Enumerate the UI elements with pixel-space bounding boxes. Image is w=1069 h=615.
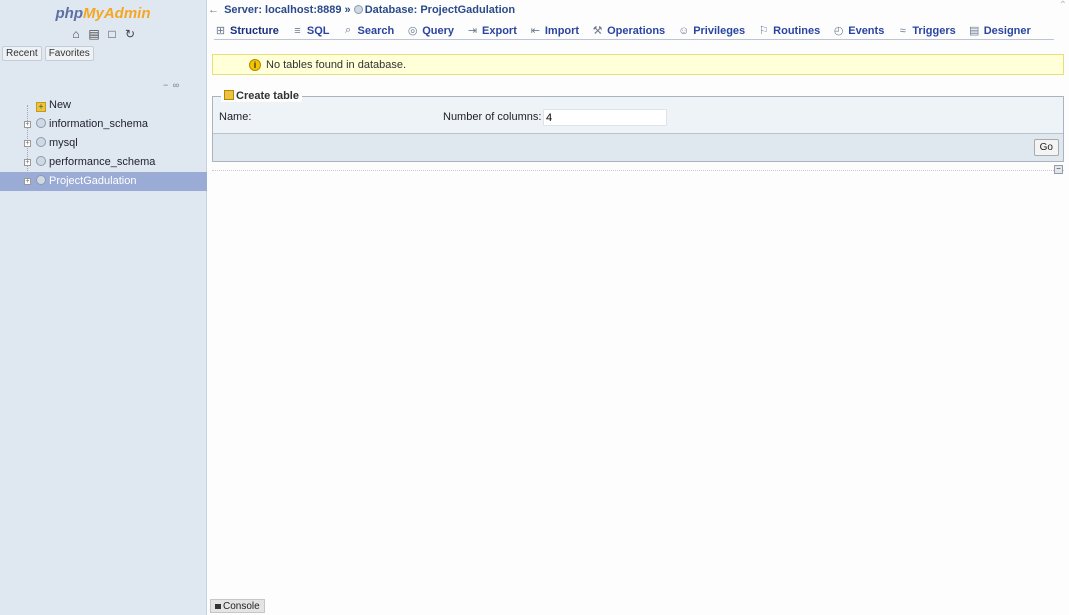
info-icon: i [249, 58, 261, 71]
create-table-footer: Go [213, 133, 1063, 161]
table-name-input[interactable] [255, 109, 435, 125]
create-table-title: Create table [236, 90, 299, 102]
tab-designer[interactable]: ▤ Designer [968, 24, 1031, 38]
no-tables-notice: i No tables found in database. [212, 54, 1064, 75]
events-icon: ◴ [833, 25, 844, 37]
tab-triggers[interactable]: ≈ Triggers [896, 24, 956, 37]
tree-item-projectgadulation[interactable]: + ProjectGadulation [0, 172, 207, 191]
tab-label: Import [544, 24, 580, 37]
tree-item-new[interactable]: + New [0, 96, 207, 115]
search-icon: ⌕ [344, 24, 352, 36]
logo-text-myadmin: MyAdmin [83, 5, 151, 22]
tree-item-label: New [49, 99, 72, 111]
main-content: ← Server: localhost:8889 » Database: Pro… [208, 0, 1069, 615]
number-of-columns-input[interactable] [543, 109, 667, 126]
tab-label: Triggers [912, 24, 956, 37]
tab-sql[interactable]: ≡ SQL [291, 24, 330, 37]
operations-icon: ⚒ [592, 25, 603, 37]
database-icon [36, 156, 46, 166]
routines-icon: ⚐ [758, 25, 769, 37]
phpmyadmin-logo[interactable]: phpMyAdmin [0, 0, 206, 22]
breadcrumb-server[interactable]: Server: localhost:8889 [224, 4, 341, 16]
designer-icon: ▤ [969, 25, 980, 37]
tab-events[interactable]: ◴ Events [832, 24, 885, 38]
tab-import[interactable]: ⇤ Import [529, 24, 580, 38]
database-icon [36, 137, 46, 147]
tree-item-label: mysql [49, 137, 78, 149]
section-divider [212, 170, 1064, 171]
console-label: Console [223, 600, 260, 612]
tree-item-label: information_schema [49, 118, 149, 130]
notice-text: No tables found in database. [266, 58, 407, 71]
tab-routines[interactable]: ⚐ Routines [757, 24, 821, 38]
expand-icon[interactable]: + [24, 140, 31, 147]
tab-label: Privileges [693, 24, 746, 37]
tab-label: Routines [773, 24, 821, 37]
recent-favorites-bar: Recent Favorites [2, 46, 206, 61]
new-database-icon: + [36, 102, 46, 112]
top-menu-tabs: ⊞ Structure ≡ SQL ⌕ Search ◎ Query ⇥ Export ⇤… [214, 22, 1054, 40]
expand-icon[interactable]: + [24, 121, 31, 128]
back-arrow-icon[interactable]: ← [208, 4, 219, 16]
logo-text-php: php [55, 5, 84, 22]
tree-item-information-schema[interactable]: + information_schema [0, 115, 207, 134]
create-table-fieldset: Create table Name: Number of columns: Go [212, 90, 1064, 162]
database-icon [36, 175, 46, 185]
breadcrumb-database[interactable]: Database: ProjectGadulation [365, 4, 515, 16]
table-name-label: Name: [219, 111, 252, 123]
tab-label: Query [422, 24, 455, 37]
tree-item-label: ProjectGadulation [49, 175, 137, 187]
table-add-icon [224, 90, 234, 100]
tab-label: Designer [983, 24, 1031, 37]
tab-query[interactable]: ◎ Query [406, 24, 455, 38]
number-of-columns-label: Number of columns: [443, 111, 542, 123]
export-icon: ⇥ [467, 25, 478, 37]
tree-item-performance-schema[interactable]: + performance_schema [0, 153, 207, 172]
breadcrumb-separator: » [344, 4, 351, 16]
favorites-tab[interactable]: Favorites [44, 46, 94, 61]
tab-structure[interactable]: ⊞ Structure [214, 24, 279, 38]
expand-icon[interactable]: + [24, 159, 31, 166]
tab-label: Operations [607, 24, 666, 37]
expand-icon[interactable]: + [24, 178, 31, 185]
docs-icon[interactable]: ▤ [88, 27, 101, 41]
database-tree: + New + information_schema + mysql + perf… [0, 96, 207, 191]
go-button[interactable]: Go [1033, 139, 1059, 156]
tab-label: Structure [230, 24, 279, 37]
nav-icon-bar: ⌂ ▤ □ ↻ [0, 25, 206, 43]
privileges-icon: ☺ [678, 24, 690, 37]
tab-search[interactable]: ⌕ Search [342, 24, 395, 37]
collapse-top-icon[interactable]: ⌃ [1059, 0, 1067, 11]
home-icon[interactable]: ⌂ [70, 27, 83, 41]
create-table-legend: Create table [221, 90, 302, 102]
tab-label: SQL [306, 24, 330, 37]
database-icon [353, 5, 363, 14]
query-icon: ◎ [407, 25, 418, 37]
create-table-row: Name: Number of columns: [213, 107, 1063, 129]
tab-label: Events [848, 24, 885, 37]
tab-export[interactable]: ⇥ Export [466, 24, 517, 38]
triggers-icon: ≈ [899, 24, 906, 37]
navigation-panel: phpMyAdmin ⌂ ▤ □ ↻ Recent Favorites − ∞ … [0, 0, 207, 615]
sql-docs-icon[interactable]: □ [106, 27, 119, 41]
console-toggle-button[interactable]: Console [210, 599, 265, 613]
collapse-all-icon[interactable]: − ∞ [163, 80, 180, 90]
tab-operations[interactable]: ⚒ Operations [591, 24, 666, 38]
breadcrumb: ← Server: localhost:8889 » Database: Pro… [208, 3, 515, 17]
recent-tab[interactable]: Recent [2, 46, 42, 61]
database-icon [36, 118, 46, 128]
tab-label: Export [482, 24, 517, 37]
tab-privileges[interactable]: ☺ Privileges [677, 25, 745, 37]
console-icon [215, 603, 221, 609]
sql-icon: ≡ [294, 24, 301, 37]
structure-icon: ⊞ [215, 25, 226, 37]
tree-item-mysql[interactable]: + mysql [0, 134, 207, 153]
tree-item-label: performance_schema [49, 156, 156, 168]
reload-icon[interactable]: ↻ [124, 27, 137, 41]
import-icon: ⇤ [530, 25, 540, 37]
tab-label: Search [357, 24, 395, 37]
minimize-icon[interactable]: − [1054, 165, 1063, 174]
